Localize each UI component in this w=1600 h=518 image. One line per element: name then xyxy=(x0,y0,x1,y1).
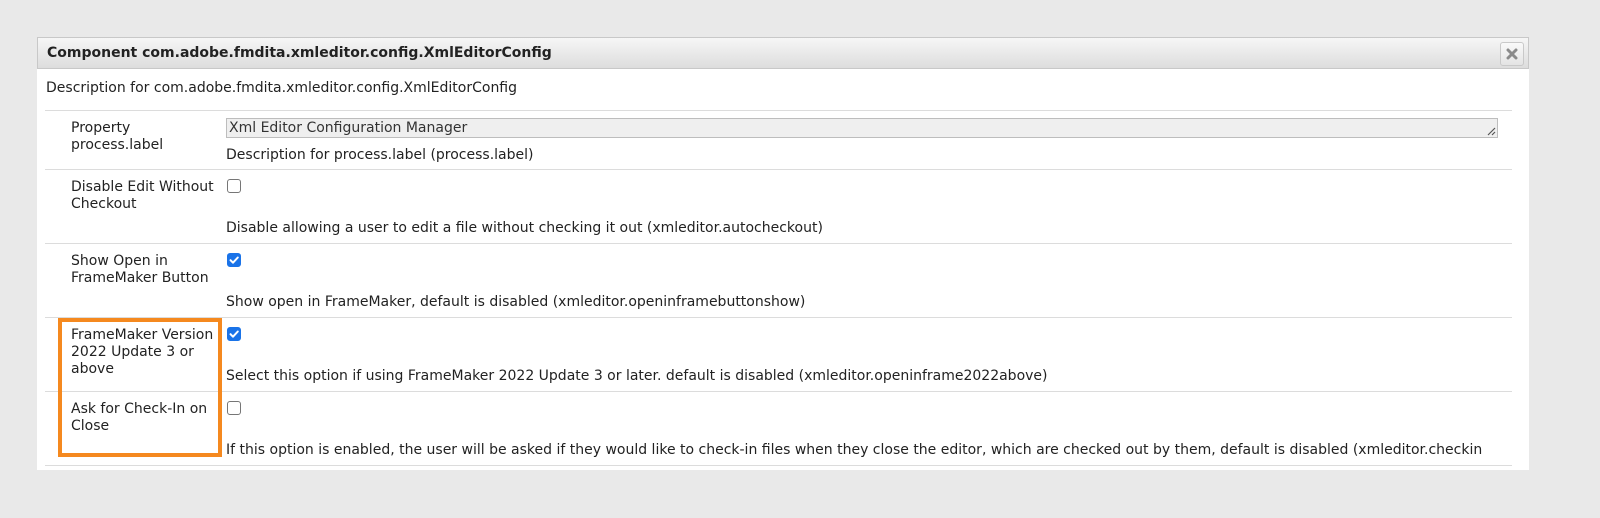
property-description: Description for process.label (process.l… xyxy=(226,147,534,163)
property-label: Ask for Check-In on Close xyxy=(71,401,208,434)
property-input-area xyxy=(226,325,1498,341)
framemaker-2022-checkbox[interactable] xyxy=(227,327,241,341)
checkmark-icon xyxy=(229,330,239,338)
property-input-area xyxy=(226,399,1498,415)
show-open-framemaker-checkbox[interactable] xyxy=(227,253,241,267)
property-description: Disable allowing a user to edit a file w… xyxy=(226,220,823,236)
resize-grip-icon[interactable] xyxy=(1486,126,1496,136)
property-row-show-open-framemaker: Show Open in FrameMaker Button Show open… xyxy=(45,244,1512,318)
property-input-area xyxy=(226,177,1498,193)
process-label-input[interactable]: Xml Editor Configuration Manager xyxy=(226,118,1498,138)
property-label: FrameMaker Version 2022 Update 3 or abov… xyxy=(71,327,214,377)
property-label: Disable Edit Without Checkout xyxy=(71,179,214,212)
property-description: Select this option if using FrameMaker 2… xyxy=(226,368,1048,384)
property-input-area xyxy=(226,251,1498,267)
properties-table: Property process.label Xml Editor Config… xyxy=(45,110,1512,466)
property-row-process-label: Property process.label Xml Editor Config… xyxy=(45,111,1512,170)
property-row-framemaker-2022: FrameMaker Version 2022 Update 3 or abov… xyxy=(45,318,1512,392)
property-input-area: Xml Editor Configuration Manager xyxy=(226,118,1498,138)
checkmark-icon xyxy=(229,256,239,264)
disable-edit-checkbox[interactable] xyxy=(227,179,241,193)
process-label-input-value: Xml Editor Configuration Manager xyxy=(229,120,468,136)
property-description: Show open in FrameMaker, default is disa… xyxy=(226,294,806,310)
close-icon xyxy=(1506,48,1518,60)
close-button[interactable] xyxy=(1500,42,1524,66)
dialog-title: Component com.adobe.fmdita.xmleditor.con… xyxy=(47,45,552,61)
dialog-titlebar: Component com.adobe.fmdita.xmleditor.con… xyxy=(37,37,1529,69)
config-dialog: Component com.adobe.fmdita.xmleditor.con… xyxy=(37,37,1529,470)
ask-checkin-checkbox[interactable] xyxy=(227,401,241,415)
property-row-ask-checkin: Ask for Check-In on Close If this option… xyxy=(45,392,1512,466)
property-description: If this option is enabled, the user will… xyxy=(226,442,1483,458)
property-row-disable-edit: Disable Edit Without Checkout Disable al… xyxy=(45,170,1512,244)
dialog-description: Description for com.adobe.fmdita.xmledit… xyxy=(46,80,518,96)
property-label: Show Open in FrameMaker Button xyxy=(71,253,209,286)
property-label: Property process.label xyxy=(71,120,164,153)
